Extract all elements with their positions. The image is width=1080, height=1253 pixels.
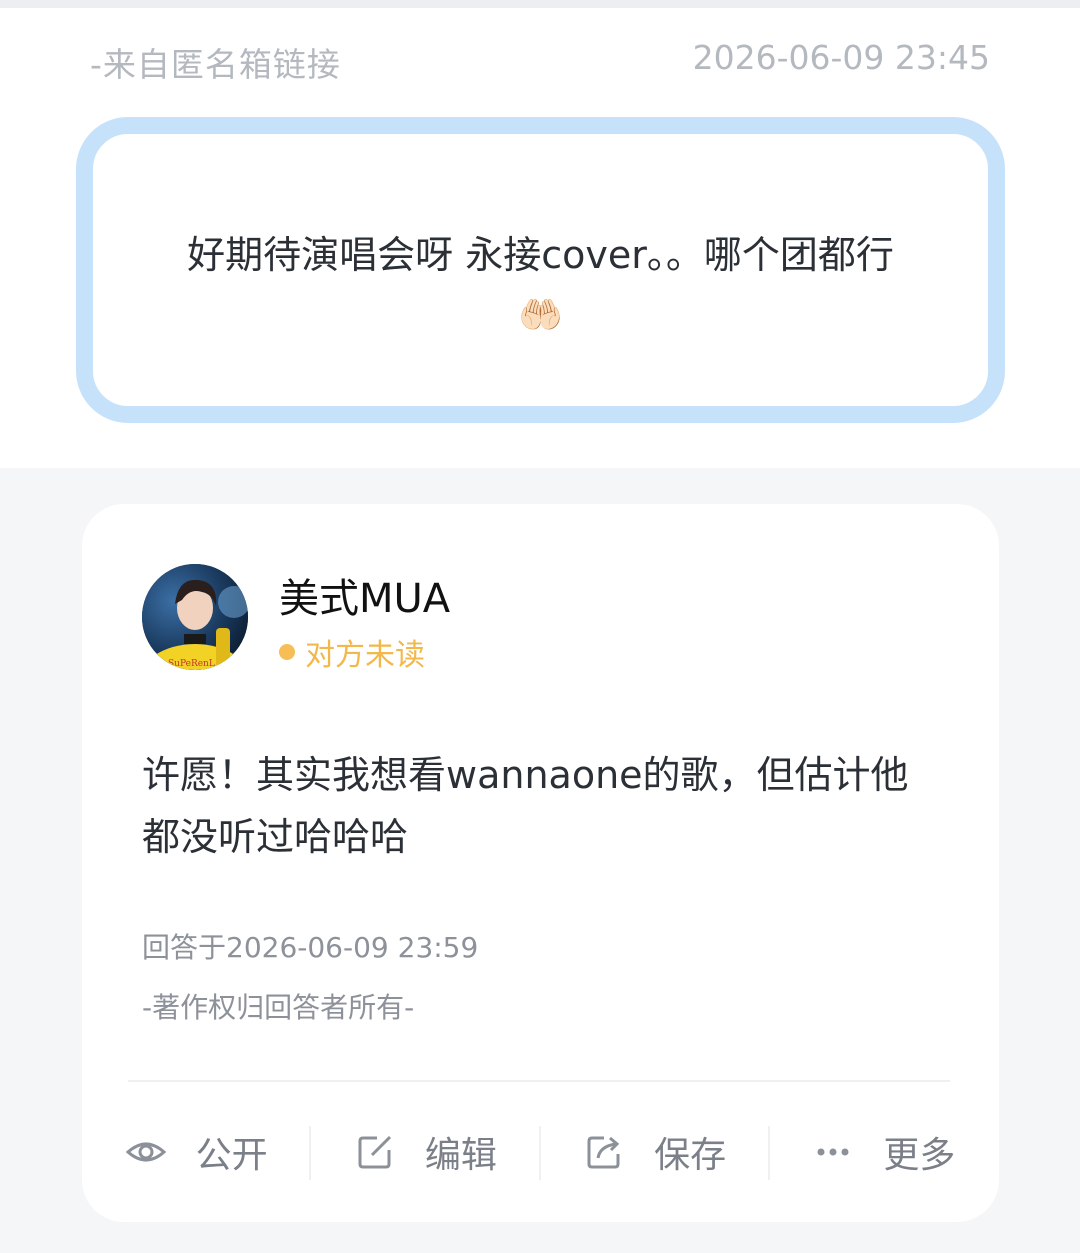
public-label: 公开 — [195, 1135, 268, 1176]
answerer-name[interactable]: 美式MUA — [279, 566, 450, 624]
page: -来自匿名箱链接 2026-06-09 23:45 好期待演唱会呀 永接cove… — [0, 0, 1080, 1253]
question-text: 好期待演唱会呀 永接cover。。哪个团都行 — [187, 233, 894, 277]
public-button[interactable]: 公开 — [82, 1082, 312, 1222]
copyright-note: -著作权归回答者所有- — [142, 991, 415, 1024]
edit-label: 编辑 — [424, 1135, 497, 1176]
answer-text: 许愿！其实我想看wannaone的歌，但估计他都没听过哈哈哈 — [142, 753, 909, 859]
read-status: 对方未读 — [279, 630, 425, 674]
more-button[interactable]: 更多 — [770, 1082, 999, 1222]
avatar-image: SuPeRenL — [142, 564, 248, 670]
status-dot-icon — [279, 644, 295, 660]
top-strip — [0, 0, 1080, 8]
more-icon — [817, 1148, 849, 1156]
action-bar: 公开 编辑 保存 更多 — [82, 1082, 999, 1222]
more-label: 更多 — [883, 1135, 956, 1176]
question-box: 好期待演唱会呀 永接cover。。哪个团都行 🤲🏻 — [76, 117, 1005, 423]
read-status-label: 对方未读 — [305, 638, 425, 673]
answer-time: 回答于2026-06-09 23:59 — [142, 931, 479, 964]
edit-icon — [358, 1135, 391, 1169]
question-source: -来自匿名箱链接 — [90, 45, 341, 84]
eye-icon — [125, 1142, 166, 1162]
save-button[interactable]: 保存 — [541, 1082, 770, 1222]
save-label: 保存 — [654, 1135, 727, 1176]
edit-button[interactable]: 编辑 — [311, 1082, 541, 1222]
share-icon — [587, 1136, 620, 1169]
avatar[interactable]: SuPeRenL — [142, 564, 248, 670]
open-hands-emoji: 🤲🏻 — [518, 295, 563, 336]
answer-card: SuPeRenL 美式MUA 对方未读 许愿！其实我想看wannaone的歌，但… — [82, 504, 999, 1222]
avatar-shirt-text: SuPeRenL — [168, 659, 215, 669]
question-time: 2026-06-09 23:45 — [692, 38, 990, 77]
